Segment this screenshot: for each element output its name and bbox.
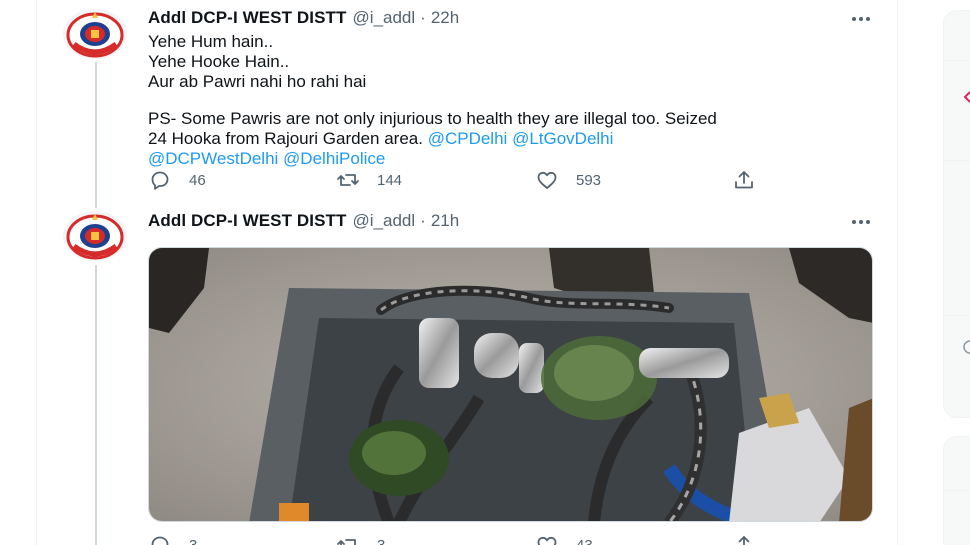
more-options-button[interactable] [846,9,876,29]
author-handle[interactable]: @i_addl [353,211,416,231]
tweet-header: Addl DCP-I WEST DISTT @i_addl · 22h [148,8,459,30]
more-options-button[interactable] [846,212,876,232]
sidebar-divider [944,315,970,316]
share-button[interactable] [732,168,756,192]
more-icon [852,220,856,224]
heart-icon [537,536,557,545]
separator-dot: · [420,8,426,27]
reply-count: 3 [189,536,198,545]
retweet-button[interactable]: 3 [336,533,385,545]
tweet-timestamp[interactable]: 21h [431,211,459,231]
tweet-header: Addl DCP-I WEST DISTT @i_addl · 21h [148,211,459,233]
mention-link[interactable]: @DelhiPolice [283,149,385,168]
author-handle[interactable]: @i_addl [353,8,416,28]
more-icon [852,17,856,21]
reply-count: 46 [189,171,206,189]
author-name[interactable]: Addl DCP-I WEST DISTT [148,8,347,28]
tweet-text-line: PS- Some Pawris are not only injurious t… [148,109,717,128]
sidebar-item-fragment [962,340,970,354]
tweet-actions: 46 144 593 [148,168,768,192]
tweet-timestamp[interactable]: 22h [431,8,459,28]
mention-link[interactable]: @CPDelhi [428,129,508,148]
tweet-text-line: Yehe Hooke Hain.. [148,52,290,71]
avatar[interactable] [62,210,128,262]
sidebar-panel [943,10,970,418]
retweet-icon [337,174,359,186]
sidebar-item-fragment [962,90,970,104]
timeline-right-border [897,0,898,545]
tweet-text-line: Aur ab Pawri nahi ho rahi hai [148,72,367,91]
like-button[interactable]: 43 [535,533,593,545]
author-name[interactable]: Addl DCP-I WEST DISTT [148,211,347,231]
share-button[interactable] [732,533,756,545]
like-count: 43 [576,536,593,545]
like-count: 593 [576,171,602,189]
mention-link[interactable]: @LtGovDelhi [512,129,613,148]
heart-icon [537,171,557,189]
mention-link[interactable]: @DCPWestDelhi [148,149,278,168]
like-button[interactable]: 593 [535,168,601,192]
share-icon [735,171,753,189]
tweet-actions: 3 3 43 [148,533,768,545]
tweet-text: Yehe Hum hain.. Yehe Hooke Hain.. Aur ab… [148,32,883,169]
retweet-count: 144 [377,171,403,189]
thread-connector-line [95,62,97,208]
reply-button[interactable]: 46 [148,168,206,192]
police-badge-avatar-icon [63,211,127,261]
share-icon [738,536,750,545]
tweet-text-line: @DCPWestDelhi @DelhiPolice [148,149,883,169]
sidebar-divider [944,60,970,61]
reply-icon [151,171,169,190]
tweet-text-line: 24 Hooka from Rajouri Garden area. @CPDe… [148,129,883,149]
police-badge-avatar-icon [63,9,127,59]
sidebar-divider [944,160,970,161]
reply-icon [151,536,169,545]
sidebar-divider [944,490,970,491]
tweet-text-spacer [148,92,883,109]
retweet-button[interactable]: 144 [336,168,402,192]
retweet-count: 3 [377,536,386,545]
tweet-text-line: Yehe Hum hain.. [148,32,274,51]
tweet-photo[interactable] [148,247,873,522]
retweet-icon [337,539,356,545]
seized-hookahs-photo [149,248,872,521]
avatar[interactable] [62,8,128,60]
separator-dot: · [420,211,426,230]
tweet-text-segment: 24 Hooka from Rajouri Garden area. [148,129,428,148]
reply-button[interactable]: 3 [148,533,197,545]
timeline-left-border [36,0,37,545]
thread-connector-line [95,265,97,545]
